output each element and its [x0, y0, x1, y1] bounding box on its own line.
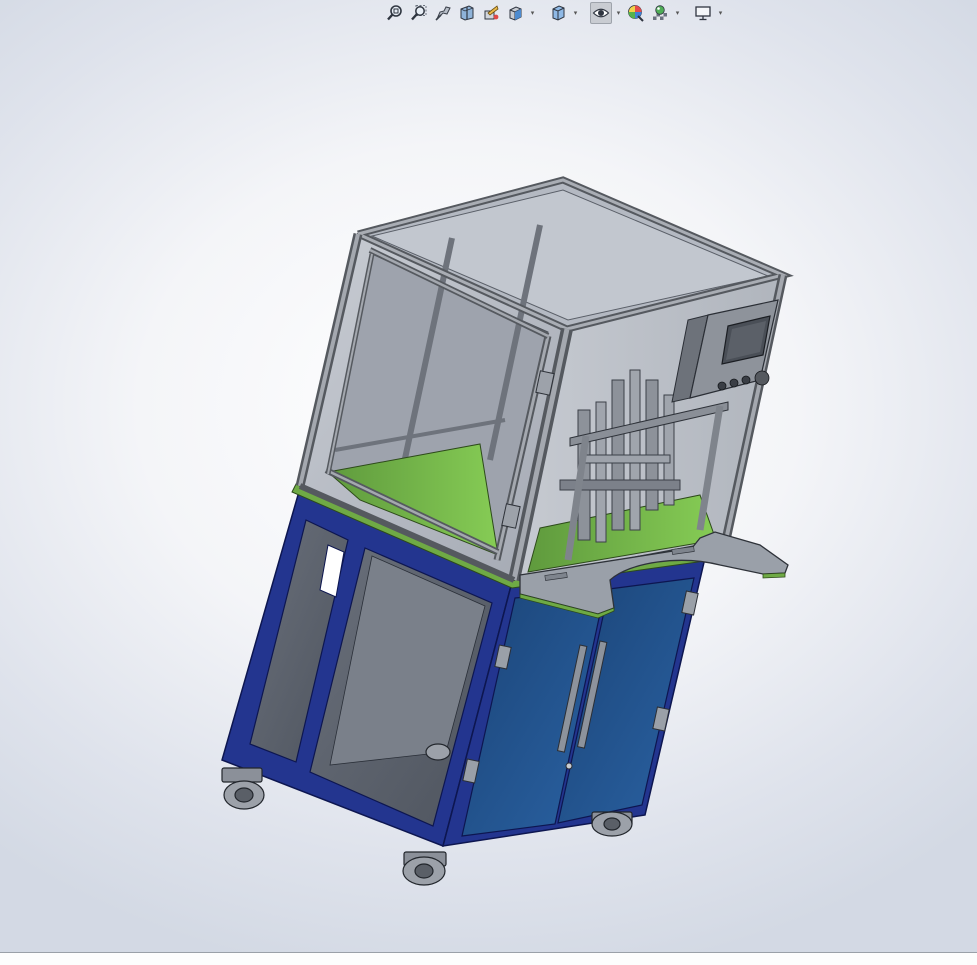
apply-scene-dropdown[interactable]: ▾	[673, 2, 682, 24]
zoom-to-fit-button[interactable]	[384, 2, 406, 24]
previous-view-button[interactable]	[432, 2, 454, 24]
view-orientation-icon	[509, 6, 522, 21]
zoom-fit-icon	[387, 5, 402, 21]
view-orientation-dropdown[interactable]: ▾	[528, 2, 537, 24]
display-style-icon	[552, 5, 565, 21]
door-lock[interactable]	[565, 762, 573, 770]
graphics-area-bottom-border	[0, 952, 977, 965]
view-settings-button[interactable]	[692, 2, 714, 24]
machine-assembly-model[interactable]	[0, 30, 977, 952]
hide-show-items-button[interactable]	[590, 2, 612, 24]
appearance-icon	[628, 5, 644, 22]
view-orientation-button[interactable]	[504, 2, 526, 24]
display-style-button[interactable]	[547, 2, 569, 24]
emergency-stop-button[interactable]	[754, 370, 770, 386]
view-settings-dropdown[interactable]: ▾	[716, 2, 725, 24]
section-view-button[interactable]	[456, 2, 478, 24]
zoom-area-icon	[411, 5, 427, 21]
zoom-to-area-button[interactable]	[408, 2, 430, 24]
control-button[interactable]	[741, 375, 751, 385]
hide-show-items-dropdown[interactable]: ▾	[614, 2, 623, 24]
section-view-icon	[460, 5, 474, 21]
previous-view-icon	[435, 6, 451, 21]
eye-icon	[592, 8, 610, 18]
apply-scene-button[interactable]	[649, 2, 671, 24]
caster-front-center	[402, 851, 447, 886]
scene-icon	[653, 5, 667, 20]
caster-rear	[425, 743, 451, 761]
graphics-area[interactable]	[0, 30, 977, 952]
monitor-icon	[695, 6, 711, 21]
control-button[interactable]	[729, 378, 739, 388]
control-button[interactable]	[717, 381, 727, 391]
display-style-dropdown[interactable]: ▾	[571, 2, 580, 24]
annotation-view-icon	[484, 5, 499, 20]
dynamic-annotation-button[interactable]	[480, 2, 502, 24]
heads-up-view-toolbar: ▾ ▾ ▾ ▾ ▾	[384, 0, 725, 26]
caster-front-left	[221, 767, 265, 810]
edit-appearance-button[interactable]	[625, 2, 647, 24]
caster-front-right	[591, 811, 633, 837]
